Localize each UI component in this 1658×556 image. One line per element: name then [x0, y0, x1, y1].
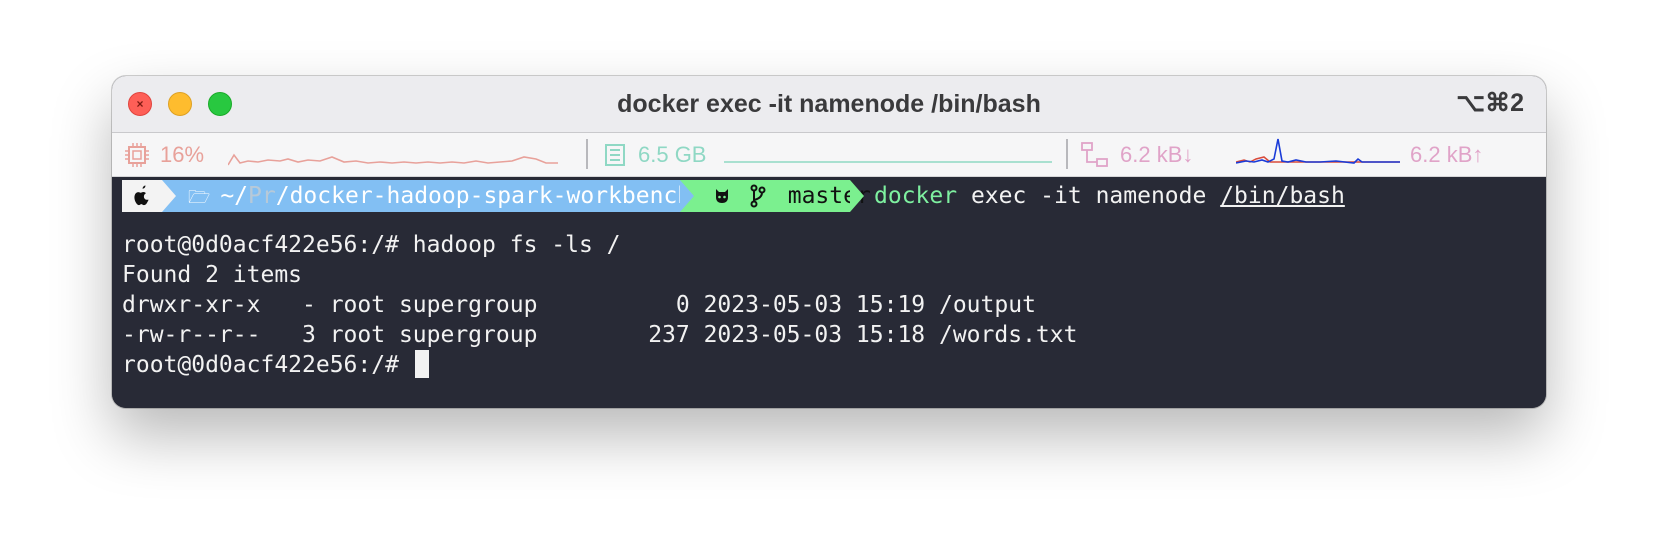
terminal-content[interactable]: 🗁 ~/Pr/docker-hadoop-spark-workbench mast…	[112, 177, 1546, 408]
memory-icon	[605, 143, 625, 166]
network-up-value: 6.2 kB↑	[1410, 141, 1484, 167]
terminal-window: × docker exec -it namenode /bin/bash ⌥⌘2…	[112, 76, 1546, 408]
memory-status: 6.5 GB	[602, 133, 706, 176]
status-divider	[586, 139, 588, 169]
network-sparkline	[1236, 138, 1400, 164]
network-icon	[1081, 141, 1108, 167]
executed-command: docker exec -it namenode /bin/bash	[874, 183, 1345, 209]
network-status: 6.2 kB↓	[1080, 133, 1193, 176]
folder-icon: 🗁	[188, 187, 211, 208]
status-divider	[1066, 139, 1068, 169]
network-up-status: 6.2 kB↑	[1410, 133, 1483, 176]
memory-value: 6.5 GB	[638, 141, 707, 167]
cpu-sparkline	[228, 153, 558, 166]
terminal-line: root@0d0acf422e56:/# hadoop fs -ls /	[122, 232, 621, 258]
directory-segment: 🗁 ~/Pr/docker-hadoop-spark-workbench	[162, 180, 691, 212]
title-bar: × docker exec -it namenode /bin/bash ⌥⌘2	[112, 76, 1546, 133]
git-segment: master	[680, 180, 871, 212]
segment-arrow	[850, 180, 864, 212]
status-bar: 16% 6.5 GB 6.2 kB↓ 6.2 kB↑	[112, 133, 1546, 177]
apple-segment	[122, 180, 162, 212]
shell-prompt: root@0d0acf422e56:/#	[122, 352, 413, 378]
segment-arrow	[680, 180, 694, 212]
segment-arrow	[162, 180, 176, 212]
cpu-status: 16%	[124, 133, 204, 176]
current-prompt-line[interactable]: root@0d0acf422e56:/#	[122, 350, 429, 380]
cpu-icon	[125, 142, 149, 167]
github-icon	[716, 189, 728, 203]
terminal-line: -rw-r--r-- 3 root supergroup 237 2023-05…	[122, 322, 1078, 348]
terminal-line: Found 2 items	[122, 262, 303, 288]
cpu-value: 16%	[160, 141, 205, 167]
window-title: docker exec -it namenode /bin/bash	[617, 90, 1041, 118]
text-cursor	[414, 350, 429, 378]
terminal-line: drwxr-xr-x - root supergroup 0 2023-05-0…	[122, 292, 1036, 318]
apple-icon	[134, 185, 149, 206]
window-shortcut: ⌥⌘2	[1456, 89, 1524, 117]
memory-sparkline	[724, 161, 1052, 163]
network-down-value: 6.2 kB↓	[1120, 141, 1194, 167]
git-branch-icon	[750, 184, 766, 208]
